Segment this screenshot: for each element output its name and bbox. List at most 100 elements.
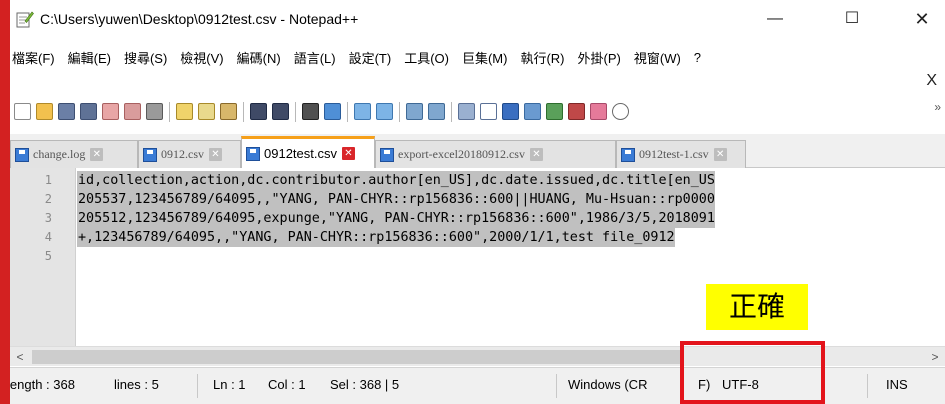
scrollbar-thumb[interactable]: [32, 350, 680, 364]
save-icon[interactable]: [58, 103, 75, 120]
status-separator: [556, 374, 557, 398]
scroll-right-arrow-icon[interactable]: >: [925, 347, 945, 367]
tab-close-icon[interactable]: ✕: [529, 148, 543, 161]
menu-settings[interactable]: 設定(T): [347, 48, 403, 67]
close-all-icon[interactable]: [124, 103, 141, 120]
status-column-position: Col : 1: [268, 377, 306, 392]
tab-label: export-excel20180912.csv: [398, 147, 525, 161]
toolbar-overflow-chevron-icon[interactable]: »: [934, 100, 941, 114]
annotation-label: 正確: [706, 284, 808, 330]
highlight-box: [680, 341, 825, 404]
menu-view[interactable]: 檢視(V): [178, 48, 234, 67]
line-number: 3: [44, 211, 52, 225]
paste-icon[interactable]: [220, 103, 237, 120]
menu-run[interactable]: 執行(R): [518, 48, 575, 67]
file-saved-icon: [380, 147, 394, 162]
document-map-icon[interactable]: [524, 103, 541, 120]
tab-change-log[interactable]: change.log ✕: [10, 140, 138, 168]
menu-encoding[interactable]: 編碼(N): [235, 48, 292, 67]
tab-close-icon[interactable]: ✕: [90, 148, 104, 161]
tab-label: 0912.csv: [161, 147, 204, 161]
notepadpp-app-icon: [16, 11, 34, 28]
print-icon[interactable]: [146, 103, 163, 120]
menu-help[interactable]: ?: [692, 50, 712, 65]
close-button[interactable]: ✕: [902, 4, 942, 34]
new-file-icon[interactable]: [14, 103, 31, 120]
code-line[interactable]: 205537,123456789/64095,,"YANG, PAN-CHYR:…: [77, 190, 715, 209]
tab-close-icon[interactable]: ✕: [342, 147, 355, 160]
menu-file[interactable]: 檔案(F): [10, 48, 66, 67]
zoom-out-icon[interactable]: [376, 103, 393, 120]
menu-edit[interactable]: 編輯(E): [66, 48, 122, 67]
file-saved-icon: [621, 147, 635, 162]
status-insert-mode: INS: [886, 377, 908, 392]
close-file-icon[interactable]: [102, 103, 119, 120]
toolbar-separator: [399, 102, 400, 122]
close-document-button[interactable]: X: [926, 72, 937, 90]
indent-guide-icon[interactable]: [502, 103, 519, 120]
file-saved-icon: [246, 146, 260, 161]
code-line[interactable]: +,123456789/64095,,"YANG, PAN-CHYR::rp15…: [77, 228, 675, 247]
maximize-button[interactable]: ☐: [832, 4, 872, 34]
code-line[interactable]: 205512,123456789/64095,expunge,"YANG, PA…: [77, 209, 715, 228]
tab-label: 0912test-1.csv: [639, 147, 709, 161]
code-line[interactable]: id,collection,action,dc.contributor.auth…: [77, 171, 715, 190]
code-text[interactable]: id,collection,action,dc.contributor.auth…: [77, 168, 945, 346]
tab-close-icon[interactable]: ✕: [209, 148, 222, 161]
minimize-button[interactable]: —: [755, 4, 795, 34]
menu-macro[interactable]: 巨集(M): [460, 48, 519, 67]
status-length: length : 368: [10, 377, 75, 392]
status-line-position: Ln : 1: [213, 377, 246, 392]
open-file-icon[interactable]: [36, 103, 53, 120]
line-number: 1: [44, 173, 52, 187]
copy-icon[interactable]: [198, 103, 215, 120]
toolbar-separator: [169, 102, 170, 122]
tab-label: 0912test.csv: [264, 146, 337, 161]
menu-search[interactable]: 搜尋(S): [122, 48, 178, 67]
tab-0912test-1-csv[interactable]: 0912test-1.csv ✕: [616, 140, 746, 168]
toolbar-separator: [243, 102, 244, 122]
left-window-frame: [0, 0, 10, 404]
line-number: 2: [44, 192, 52, 206]
folder-workspace-icon[interactable]: [568, 103, 585, 120]
menu-bar: 檔案(F) 編輯(E) 搜尋(S) 檢視(V) 編碼(N) 語言(L) 設定(T…: [10, 44, 945, 70]
line-number: 5: [44, 249, 52, 263]
status-lines: lines : 5: [114, 377, 159, 392]
toolbar-separator: [451, 102, 452, 122]
tab-label: change.log: [33, 147, 86, 161]
find-icon[interactable]: [302, 103, 319, 120]
menu-language[interactable]: 語言(L): [292, 48, 347, 67]
menu-tools[interactable]: 工具(O): [402, 48, 460, 67]
function-list-icon[interactable]: [546, 103, 563, 120]
tab-0912test-csv[interactable]: 0912test.csv ✕: [241, 136, 375, 168]
zoom-in-icon[interactable]: [354, 103, 371, 120]
macro-record-icon[interactable]: [590, 103, 607, 120]
undo-icon[interactable]: [250, 103, 267, 120]
file-saved-icon: [15, 147, 29, 162]
cut-icon[interactable]: [176, 103, 193, 120]
tab-close-icon[interactable]: ✕: [713, 148, 727, 161]
sync-vertical-icon[interactable]: [406, 103, 423, 120]
menu-plugins[interactable]: 外掛(P): [576, 48, 632, 67]
toolbar-separator: [295, 102, 296, 122]
tab-bar: change.log ✕ 0912.csv ✕ 0912test.csv ✕ e…: [10, 134, 945, 168]
title-bar: C:\Users\yuwen\Desktop\0912test.csv - No…: [10, 0, 945, 38]
monitoring-eye-icon[interactable]: [612, 103, 629, 120]
window-title: C:\Users\yuwen\Desktop\0912test.csv - No…: [40, 11, 359, 27]
tab-export-excel-csv[interactable]: export-excel20180912.csv ✕: [375, 140, 616, 168]
replace-icon[interactable]: [324, 103, 341, 120]
sync-horizontal-icon[interactable]: [428, 103, 445, 120]
word-wrap-icon[interactable]: [458, 103, 475, 120]
show-all-chars-icon[interactable]: [480, 103, 497, 120]
save-all-icon[interactable]: [80, 103, 97, 120]
redo-icon[interactable]: [272, 103, 289, 120]
menu-window[interactable]: 視窗(W): [632, 48, 692, 67]
status-selection: Sel : 368 | 5: [330, 377, 400, 392]
tab-0912-csv[interactable]: 0912.csv ✕: [138, 140, 241, 168]
toolbar: »: [10, 96, 945, 126]
file-saved-icon: [143, 147, 157, 162]
scroll-left-arrow-icon[interactable]: <: [10, 347, 30, 367]
toolbar-separator: [347, 102, 348, 122]
notepadpp-window: C:\Users\yuwen\Desktop\0912test.csv - No…: [10, 0, 945, 404]
line-number-gutter: 1 2 3 4 5: [10, 168, 76, 346]
